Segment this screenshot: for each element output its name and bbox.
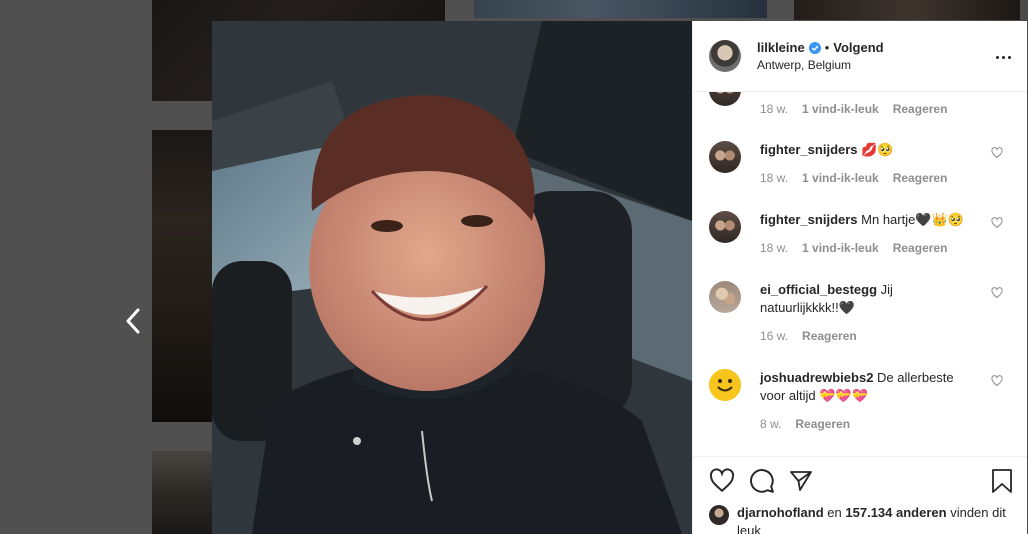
liker-avatar[interactable] <box>709 505 729 525</box>
comment-item: 18 w. 1 vind-ik-leuk Reageren <box>709 92 1011 116</box>
comment-text: 💋🥺 <box>861 142 894 157</box>
commenter-avatar[interactable] <box>709 369 741 401</box>
post-modal: lilkleine • Volgend Antwerp, Belgium 18 … <box>212 21 1027 534</box>
heart-icon[interactable] <box>991 217 1003 229</box>
following-button[interactable]: Volgend <box>833 40 883 55</box>
commenter-username[interactable]: fighter_snijders <box>760 142 858 157</box>
likes-summary: djarnohofland en 157.134 anderen vinden … <box>693 504 1027 534</box>
smiley-avatar-icon <box>709 369 741 401</box>
commenter-avatar[interactable] <box>709 92 741 106</box>
reply-button[interactable]: Reageren <box>795 417 850 431</box>
comment-button[interactable] <box>749 461 789 501</box>
likes-count[interactable]: 157.134 anderen <box>845 505 946 520</box>
chevron-left-icon <box>126 308 140 334</box>
more-horizontal-icon <box>996 55 999 59</box>
share-button[interactable] <box>789 461 829 501</box>
commenter-username[interactable]: fighter_snijders <box>760 212 858 227</box>
more-options-button[interactable] <box>996 47 1011 67</box>
comment-age: 18 w. <box>760 171 789 185</box>
comment-icon <box>750 468 774 493</box>
heart-icon[interactable] <box>991 147 1003 159</box>
separator-dot: • <box>824 40 830 55</box>
commenter-username[interactable]: ei_official_bestegg <box>760 282 877 297</box>
reply-button[interactable]: Reageren <box>802 329 857 343</box>
comment-item: joshuadrewbiebs2 De allerbeste voor alti… <box>709 369 1011 431</box>
commenter-avatar[interactable] <box>709 211 741 243</box>
bookmark-icon <box>992 469 1012 493</box>
save-button[interactable] <box>991 468 1013 499</box>
reply-button[interactable]: Reageren <box>893 241 948 255</box>
more-horizontal-icon <box>1008 55 1011 59</box>
like-button[interactable] <box>709 461 749 501</box>
comment-text: Mn hartje🖤👑🥺 <box>861 212 964 227</box>
reply-button[interactable]: Reageren <box>893 102 948 116</box>
comment-age: 18 w. <box>760 102 789 116</box>
post-photo-image <box>212 21 692 534</box>
comments-list[interactable]: 18 w. 1 vind-ik-leuk Reageren fighter_sn… <box>693 92 1027 456</box>
comment-likes[interactable]: 1 vind-ik-leuk <box>802 102 879 116</box>
comment-age: 18 w. <box>760 241 789 255</box>
commenter-avatar[interactable] <box>709 281 741 313</box>
comment-age: 16 w. <box>760 329 789 343</box>
post-header: lilkleine • Volgend Antwerp, Belgium <box>693 21 1027 92</box>
liker-username[interactable]: djarnohofland <box>737 505 824 520</box>
author-username[interactable]: lilkleine <box>757 40 805 55</box>
verified-badge-icon <box>808 41 821 54</box>
commenter-avatar[interactable] <box>709 141 741 173</box>
post-actions <box>693 456 1027 504</box>
comment-age: 8 w. <box>760 417 782 431</box>
more-horizontal-icon <box>1002 55 1005 59</box>
comment-item: fighter_snijders Mn hartje🖤👑🥺 18 w. 1 vi… <box>709 211 1011 255</box>
comment-likes[interactable]: 1 vind-ik-leuk <box>802 241 879 255</box>
comment-item: ei_official_bestegg Jij natuurlijkkkk!!🖤… <box>709 281 1011 343</box>
post-sidebar: lilkleine • Volgend Antwerp, Belgium 18 … <box>692 21 1027 534</box>
paper-plane-icon <box>790 470 812 491</box>
post-photo[interactable] <box>212 21 692 534</box>
post-location[interactable]: Antwerp, Belgium <box>757 58 884 72</box>
commenter-username[interactable]: joshuadrewbiebs2 <box>760 370 873 385</box>
likes-connector: en <box>827 505 842 520</box>
comment-likes[interactable]: 1 vind-ik-leuk <box>802 171 879 185</box>
heart-icon[interactable] <box>991 375 1003 387</box>
author-avatar[interactable] <box>709 40 741 72</box>
reply-button[interactable]: Reageren <box>893 171 948 185</box>
heart-icon[interactable] <box>991 287 1003 299</box>
previous-post-button[interactable] <box>120 306 146 336</box>
heart-icon <box>709 467 735 492</box>
comment-item: fighter_snijders 💋🥺 18 w. 1 vind-ik-leuk… <box>709 141 1011 185</box>
